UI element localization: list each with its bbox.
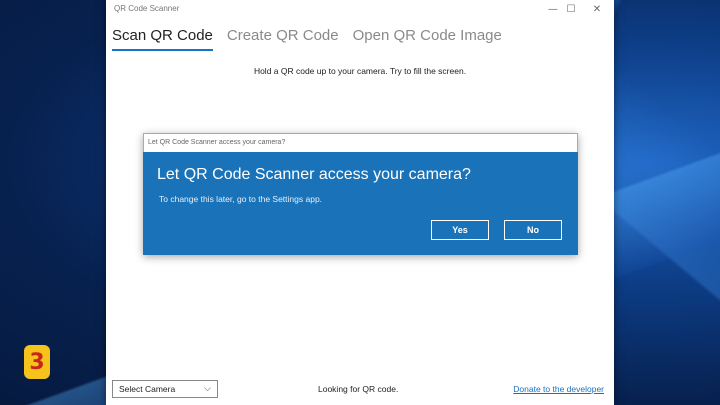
- tab-bar: Scan QR Code Create QR Code Open QR Code…: [112, 27, 502, 51]
- minimize-button[interactable]: —: [546, 3, 560, 17]
- close-button[interactable]: ✕: [590, 3, 604, 17]
- donate-link[interactable]: Donate to the developer: [513, 384, 604, 394]
- app-title: QR Code Scanner: [114, 4, 180, 13]
- chevron-down-icon: ⌵: [204, 384, 211, 394]
- scan-instruction: Hold a QR code up to your camera. Try to…: [253, 66, 467, 76]
- title-bar: QR Code Scanner — ☐ ✕: [106, 0, 614, 20]
- tab-scan-qr-code[interactable]: Scan QR Code: [112, 27, 213, 51]
- tab-open-qr-code-image[interactable]: Open QR Code Image: [353, 27, 502, 51]
- dialog-subtext: To change this later, go to the Settings…: [159, 194, 323, 204]
- dialog-title: Let QR Code Scanner access your camera?: [143, 133, 578, 152]
- maximize-button[interactable]: ☐: [564, 3, 578, 17]
- yes-button[interactable]: Yes: [431, 220, 489, 240]
- tab-create-qr-code[interactable]: Create QR Code: [227, 27, 339, 51]
- camera-select-value: Select Camera: [119, 384, 176, 394]
- scan-status: Looking for QR code.: [318, 384, 399, 394]
- step-number-badge: 3: [24, 345, 50, 379]
- app-window: QR Code Scanner — ☐ ✕ Scan QR Code Creat…: [106, 0, 614, 405]
- camera-permission-dialog: Let QR Code Scanner access your camera? …: [143, 133, 578, 255]
- camera-select[interactable]: Select Camera ⌵: [112, 380, 218, 398]
- dialog-body: Let QR Code Scanner access your camera? …: [143, 152, 578, 255]
- no-button[interactable]: No: [504, 220, 562, 240]
- dialog-heading: Let QR Code Scanner access your camera?: [157, 166, 471, 183]
